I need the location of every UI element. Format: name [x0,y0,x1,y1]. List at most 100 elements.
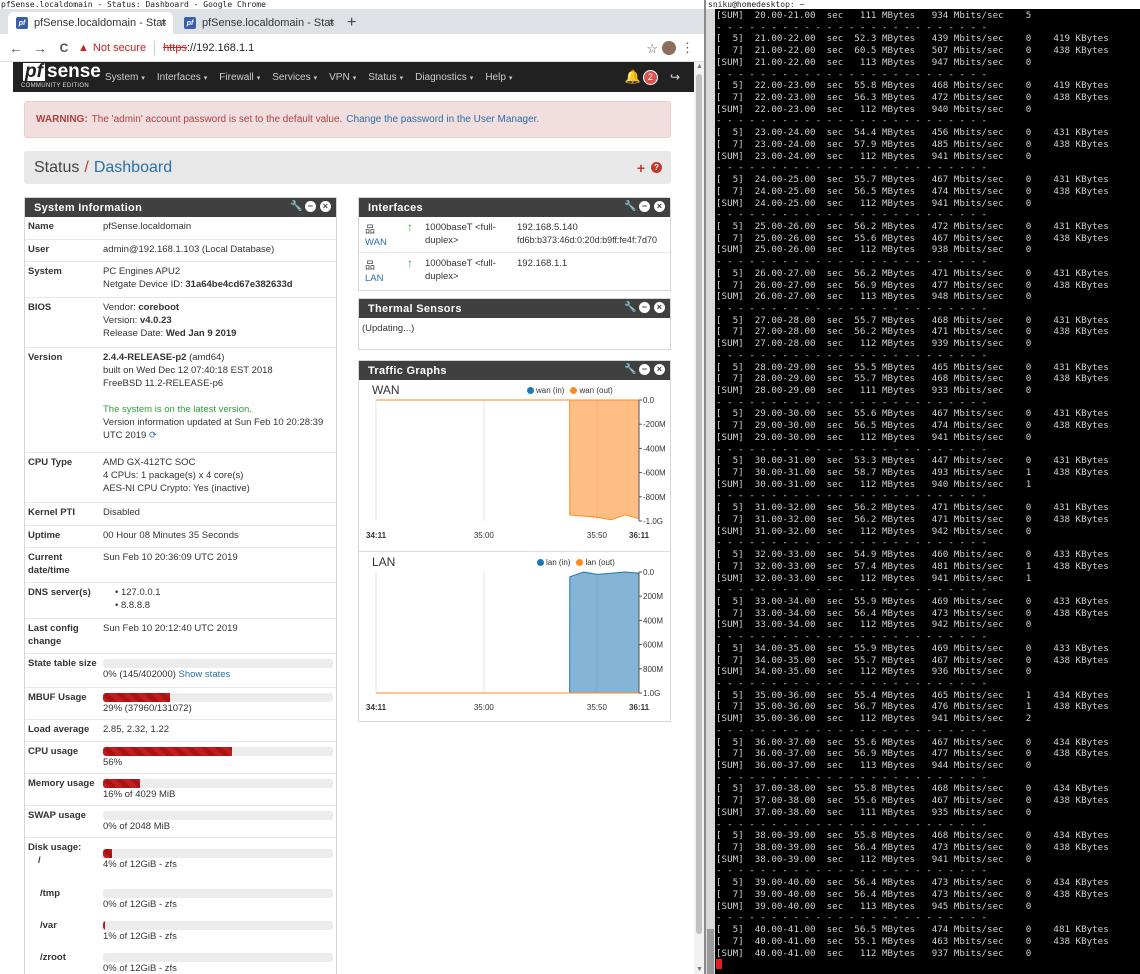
row-cpu-type: CPU Type AMD GX-412TC SOC 4 CPUs: 1 pack… [25,453,336,503]
terminal-line: [ 7] 22.00-23.00 sec 56.3 MBytes 472 Mbi… [716,92,1109,104]
terminal-cursor [716,959,1140,972]
row-current-datetime: Current date/time Sun Feb 10 20:36:09 UT… [25,548,336,583]
terminal-scroll-thumb[interactable] [707,929,714,974]
row-cpu-usage: CPU usage 56% [25,742,336,774]
terminal-line: - - - - - - - - - - - - - - - - - - - - … [716,302,988,314]
x-tick-label: 35:50 [587,703,608,712]
tab-label: pfSense.localdomain - Stat [34,17,166,29]
wrench-icon[interactable]: 🔧 [624,364,636,375]
add-widget-icon[interactable]: + [637,160,645,176]
minimize-icon[interactable]: − [305,201,316,212]
new-tab-button[interactable]: + [347,14,356,32]
wrench-icon[interactable]: 🔧 [624,201,636,212]
chevron-down-icon: ▾ [313,74,318,82]
not-secure-label[interactable]: Not secure [93,42,146,54]
terminal-line: [ 7] 29.00-30.00 sec 56.5 MBytes 474 Mbi… [716,420,1109,432]
minimize-icon[interactable]: − [639,201,650,212]
terminal-line: [ 7] 38.00-39.00 sec 56.4 MBytes 473 Mbi… [716,842,1109,854]
terminal-line: [ 7] 25.00-26.00 sec 55.6 MBytes 467 Mbi… [716,232,1109,244]
menu-system[interactable]: System ▾ [105,72,145,83]
forward-arrow-icon[interactable]: → [28,40,52,56]
pfsense-page: pf sense COMMUNITY EDITION System ▾ Inter… [0,62,694,974]
y-tick-label: -400M [643,444,666,453]
profile-avatar[interactable] [662,41,676,55]
terminal-line: [ 7] 24.00-25.00 sec 56.5 MBytes 474 Mbi… [716,185,1109,197]
close-tab-icon[interactable]: × [329,17,335,29]
bookmark-star-icon[interactable]: ☆ [646,41,658,57]
menu-status[interactable]: Status ▾ [368,72,403,83]
wrench-icon[interactable]: 🔧 [624,302,636,313]
terminal-line: [SUM] 25.00-26.00 sec 112 MBytes 938 Mbi… [716,244,1032,256]
help-icon[interactable]: ? [651,162,662,173]
chevron-down-icon: ▾ [469,74,474,82]
address-bar[interactable]: ▲ Not secure https ://192.168.1.1 ☆ [78,38,658,58]
scroll-up-icon[interactable]: ▲ [696,63,703,70]
scroll-down-icon[interactable]: ▼ [696,966,703,973]
close-icon[interactable]: × [654,201,665,212]
terminal-line: [SUM] 38.00-39.00 sec 112 MBytes 941 Mbi… [716,853,1032,865]
lan-chart-svg: 0.0 200M 400M 600M 800M 1.0G 34:11 35:00 35:50 36… [366,568,663,712]
menu-vpn[interactable]: VPN ▾ [329,72,356,83]
menu-diagnostics[interactable]: Diagnostics ▾ [415,72,473,83]
breadcrumb-dashboard-link[interactable]: Dashboard [94,159,172,177]
version-status: The system is on the latest version. [103,404,252,415]
interface-link-wan[interactable]: WAN [365,237,407,248]
terminal-line: - - - - - - - - - - - - - - - - - - - - … [716,631,988,643]
menu-help[interactable]: Help ▾ [485,72,512,83]
wrench-icon[interactable]: 🔧 [290,201,302,212]
menu-services[interactable]: Services ▾ [272,72,317,83]
y-tick-label: 0.0 [643,568,655,577]
terminal-scrollbar[interactable] [706,9,715,974]
y-tick-label: -800M [643,493,666,502]
tab-2[interactable]: pf pfSense.localdomain - Stat × [176,12,341,34]
close-icon[interactable]: × [654,302,665,313]
page-scrollbar[interactable]: ▲ ▼ [694,62,704,974]
lan-traffic-graph: LAN lan (in) lan (out) 0.0 200M 400M 600M 80… [359,552,670,723]
chrome-menu-icon[interactable]: ⋮ [681,40,694,56]
show-states-link[interactable]: Show states [179,669,231,680]
panel-title: Thermal Sensors [368,302,462,315]
terminal-line: - - - - - - - - - - - - - - - - - - - - … [716,115,988,127]
terminal-line: [ 7] 28.00-29.00 sec 55.7 MBytes 468 Mbi… [716,373,1109,385]
x-tick-label: 34:11 [366,703,387,712]
terminal-line: [ 7] 36.00-37.00 sec 56.9 MBytes 477 Mbi… [716,748,1109,760]
change-password-link[interactable]: Change the password in the User Manager. [346,114,539,125]
minimize-icon[interactable]: − [639,302,650,313]
terminal-line: [ 7] 35.00-36.00 sec 56.7 MBytes 476 Mbi… [716,701,1109,713]
reload-icon[interactable]: C [52,41,76,55]
menu-interfaces[interactable]: Interfaces ▾ [157,72,207,83]
back-arrow-icon[interactable]: ← [4,40,28,56]
tab-1[interactable]: pf pfSense.localdomain - Stat × [8,12,173,34]
notification-count-badge[interactable]: 2 [642,69,658,85]
terminal-line: [ 7] 37.00-38.00 sec 55.6 MBytes 467 Mbi… [716,795,1109,807]
close-icon[interactable]: × [320,201,331,212]
swap-usage-bar [103,811,333,820]
terminal-line: [ 5] 29.00-30.00 sec 55.6 MBytes 467 Mbi… [716,408,1109,420]
pfsense-logo[interactable]: pf sense COMMUNITY EDITION [21,62,101,92]
row-version: Version 2.4.4-RELEASE-p2 (amd64) built o… [25,348,336,453]
terminal-line: [ 7] 27.00-28.00 sec 56.2 MBytes 471 Mbi… [716,326,1109,338]
close-icon[interactable]: × [654,364,665,375]
bell-icon[interactable]: 🔔 [625,69,641,85]
refresh-icon[interactable]: ⟳ [149,430,157,441]
mbuf-bar [103,693,333,702]
menu-firewall[interactable]: Firewall ▾ [219,72,260,83]
row-disk-var: /var 1% of 12GiB - zfs [25,916,336,948]
terminal-line: - - - - - - - - - - - - - - - - - - - - … [716,162,988,174]
close-tab-icon[interactable]: × [161,17,167,29]
y-tick-label: -1.0G [643,517,663,526]
terminal-line: [ 5] 30.00-31.00 sec 53.3 MBytes 447 Mbi… [716,455,1109,467]
thermal-sensors-panel: Thermal Sensors 🔧 − × (Updating...) [358,298,671,350]
terminal-window[interactable]: sniku@homedesktop: ~ [SUM] 20.00-21.00 s… [706,0,1140,974]
terminal-line: [ 5] 28.00-29.00 sec 55.5 MBytes 465 Mbi… [716,361,1109,373]
scroll-thumb[interactable] [696,74,702,934]
terminal-line: [ 5] 34.00-35.00 sec 55.9 MBytes 469 Mbi… [716,642,1109,654]
interface-link-lan[interactable]: LAN [365,273,407,284]
breadcrumb: Status / Dashboard + ? [24,151,671,184]
logout-icon[interactable]: ↪ [670,70,680,84]
minimize-icon[interactable]: − [639,364,650,375]
terminal-line: [SUM] 37.00-38.00 sec 111 MBytes 935 Mbi… [716,806,1032,818]
browser-toolbar: ← → C ▲ Not secure https ://192.168.1.1 … [0,34,704,62]
terminal-line: [ 5] 25.00-26.00 sec 56.2 MBytes 472 Mbi… [716,220,1109,232]
terminal-line: [SUM] 27.00-28.00 sec 112 MBytes 939 Mbi… [716,338,1032,350]
